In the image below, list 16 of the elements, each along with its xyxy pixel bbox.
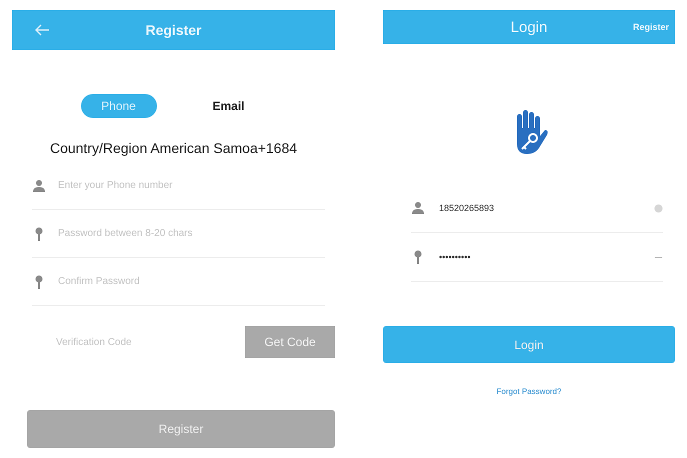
register-link[interactable]: Register — [632, 22, 669, 32]
input-field[interactable]: Confirm Password — [56, 275, 325, 288]
input-field[interactable]: 18520265893 — [437, 202, 642, 214]
back-arrow-icon[interactable] — [34, 24, 50, 36]
country-region-label[interactable]: Country/Region American Samoa+1684 — [12, 140, 335, 156]
input-field[interactable]: •••••••••• — [437, 251, 642, 263]
person-icon — [411, 201, 425, 215]
tab[interactable]: Phone — [80, 94, 156, 118]
header-title: Register — [145, 22, 202, 38]
person-icon — [32, 178, 46, 192]
input-field[interactable]: Password between 8-20 chars — [56, 227, 325, 240]
input-field[interactable]: Enter your Phone number — [56, 179, 325, 192]
forgot-password-link[interactable]: Forgot Password? — [496, 387, 562, 396]
login-button[interactable]: Login — [383, 326, 675, 363]
tab[interactable]: Email — [190, 94, 266, 118]
header-title: Login — [510, 18, 548, 36]
